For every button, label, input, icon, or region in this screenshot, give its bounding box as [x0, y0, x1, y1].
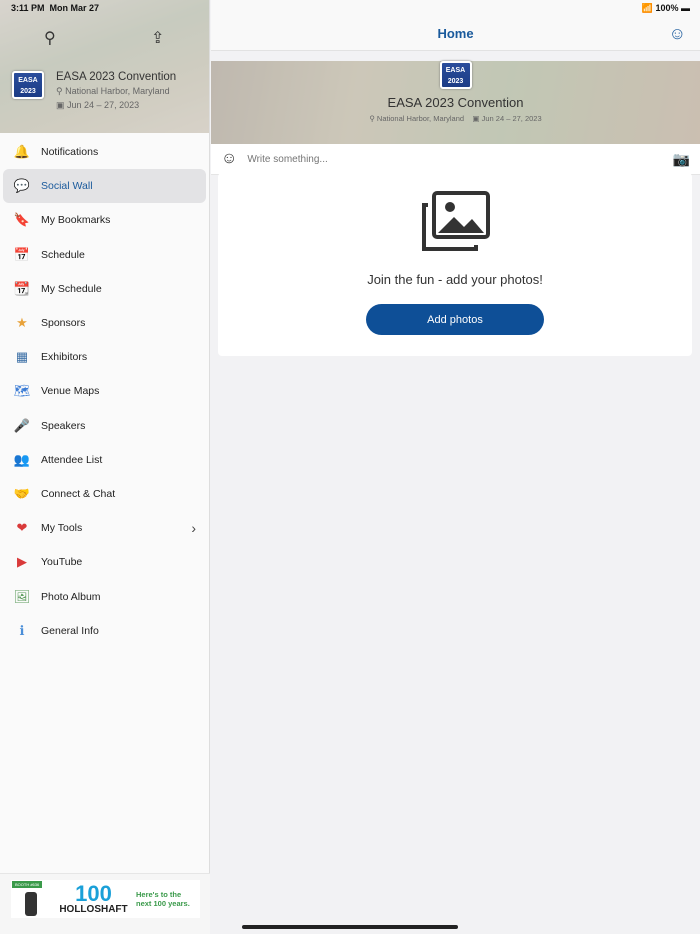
sidebar-item-attendee-list[interactable]: 👥 Attendee List: [3, 443, 206, 477]
people-icon: 👥: [13, 451, 31, 467]
sidebar-item-label: Photo Album: [41, 590, 101, 603]
calendar-icon: 📅: [13, 246, 31, 262]
date: Mon Mar 27: [49, 3, 100, 13]
sidebar-item-label: Sponsors: [41, 317, 86, 330]
sidebar: 3:11 PM Mon Mar 27 ⚲ ⇪ EASA 2023 EASA 20…: [0, 0, 210, 934]
sidebar-item-photo-album[interactable]: 🖼 Photo Album: [3, 579, 206, 613]
event-name: EASA 2023 Convention: [56, 71, 177, 83]
compose-bar: ☺ 📷: [211, 144, 700, 175]
location-pin-icon: ⚲: [369, 114, 375, 123]
sidebar-item-label: Notifications: [41, 146, 99, 159]
share-icon[interactable]: ⇪: [151, 28, 164, 48]
exhibitors-icon: ▦: [15, 349, 29, 365]
ad-product-image: [25, 892, 37, 916]
logo-text: EASA 2023: [445, 67, 466, 85]
sidebar-item-my-schedule[interactable]: 📆 My Schedule: [3, 272, 206, 306]
sidebar-item-label: Exhibitors: [41, 351, 88, 364]
user-avatar-icon: ☺: [221, 150, 238, 167]
chat-icon: 💬: [13, 178, 31, 194]
bell-icon: 🔔: [13, 144, 31, 160]
sidebar-item-label: My Tools: [41, 522, 83, 535]
sidebar-item-label: Social Wall: [41, 180, 93, 193]
map-icon: 🗺: [13, 383, 31, 399]
add-photos-button[interactable]: Add photos: [366, 304, 544, 335]
event-location: National Harbor, Maryland: [65, 86, 170, 96]
handshake-icon: 🤝: [13, 485, 31, 501]
info-icon: ℹ: [19, 622, 25, 638]
sidebar-item-sponsors[interactable]: ★ Sponsors: [3, 306, 206, 340]
home-indicator[interactable]: [242, 925, 458, 929]
event-banner: EASA 2023 EASA 2023 Convention ⚲ Nationa…: [211, 61, 700, 144]
sidebar-item-label: Connect & Chat: [41, 487, 116, 500]
chevron-right-icon: ›: [191, 520, 196, 537]
sidebar-item-label: Schedule: [41, 248, 85, 261]
sidebar-item-schedule[interactable]: 📅 Schedule: [3, 238, 206, 272]
ad-banner[interactable]: BOOTH #636 100 HOLLOSHAFT Here's to the …: [0, 873, 210, 934]
sidebar-item-general-info[interactable]: ℹ General Info: [3, 614, 206, 648]
status-time: 3:11 PM Mon Mar 27: [11, 3, 99, 13]
main-content: 📶 100% ▬ Home ☺ EASA 2023 EASA 2023 Conv…: [211, 0, 700, 934]
bookmark-icon: 🔖: [13, 212, 31, 228]
page-title: Home: [437, 26, 474, 41]
sidebar-item-label: Speakers: [41, 419, 86, 432]
camera-icon[interactable]: 📷: [673, 151, 690, 168]
sidebar-menu: 🔔 Notifications 💬 Social Wall 🔖 My Bookmarks 📅…: [0, 133, 209, 648]
status-right: 📶 100% ▬: [641, 3, 690, 13]
sidebar-item-venue-maps[interactable]: 🗺 Venue Maps: [3, 374, 206, 408]
star-icon: ★: [16, 315, 28, 331]
compose-input[interactable]: [247, 153, 673, 165]
youtube-icon: ▶: [17, 554, 27, 570]
event-dates: Jun 24 – 27, 2023: [67, 100, 140, 110]
heart-icon: ❤: [16, 520, 28, 536]
empty-photos-card: Join the fun - add your photos! Add phot…: [218, 173, 692, 356]
ad-badge: BOOTH #636: [12, 881, 43, 888]
event-logo-main: EASA 2023: [439, 61, 472, 89]
top-bar: 📶 100% ▬ Home ☺: [211, 0, 700, 51]
sidebar-item-label: YouTube: [41, 556, 83, 569]
logo-text: EASA 2023: [18, 77, 38, 95]
event-name-main: EASA 2023 Convention: [387, 95, 524, 110]
photo-icon: 🖼: [13, 588, 31, 604]
ad-tagline: Here's to the next 100 years.: [136, 890, 190, 908]
sidebar-item-label: Attendee List: [41, 453, 103, 466]
sidebar-item-label: General Info: [41, 624, 99, 637]
sidebar-item-social-wall[interactable]: 💬 Social Wall: [3, 169, 206, 204]
sidebar-item-exhibitors[interactable]: ▦ Exhibitors: [3, 340, 206, 374]
sidebar-item-label: Venue Maps: [41, 385, 100, 398]
photos-icon: [422, 191, 490, 251]
event-logo: EASA 2023: [12, 71, 44, 99]
ad-number: 100: [75, 880, 112, 906]
calendar-icon: ▣: [56, 100, 65, 110]
podium-icon: 🎤: [13, 417, 31, 433]
empty-message: Join the fun - add your photos!: [367, 272, 543, 287]
calendar-check-icon: 📆: [13, 280, 31, 296]
location-pin-icon: ⚲: [56, 86, 63, 96]
sidebar-item-speakers[interactable]: 🎤 Speakers: [3, 409, 206, 443]
ad-brand: HOLLOSHAFT: [59, 903, 128, 915]
sidebar-item-connect-chat[interactable]: 🤝 Connect & Chat: [3, 477, 206, 511]
calendar-icon: ▣: [472, 114, 480, 123]
sidebar-item-notifications[interactable]: 🔔 Notifications: [3, 135, 206, 169]
sidebar-item-youtube[interactable]: ▶ YouTube: [3, 545, 206, 579]
event-location-main: National Harbor, Maryland: [376, 114, 465, 123]
sidebar-item-my-tools[interactable]: ❤ My Tools ›: [3, 511, 206, 545]
event-dates-main: Jun 24 – 27, 2023: [481, 114, 542, 123]
search-icon[interactable]: ⚲: [44, 28, 56, 48]
sidebar-item-label: My Schedule: [41, 282, 102, 295]
time: 3:11 PM: [11, 3, 45, 13]
sidebar-item-my-bookmarks[interactable]: 🔖 My Bookmarks: [3, 203, 206, 237]
battery-level: 100%: [655, 3, 679, 13]
sidebar-item-label: My Bookmarks: [41, 214, 111, 227]
profile-icon[interactable]: ☺: [669, 24, 686, 44]
sidebar-header: 3:11 PM Mon Mar 27 ⚲ ⇪ EASA 2023 EASA 20…: [0, 0, 209, 133]
